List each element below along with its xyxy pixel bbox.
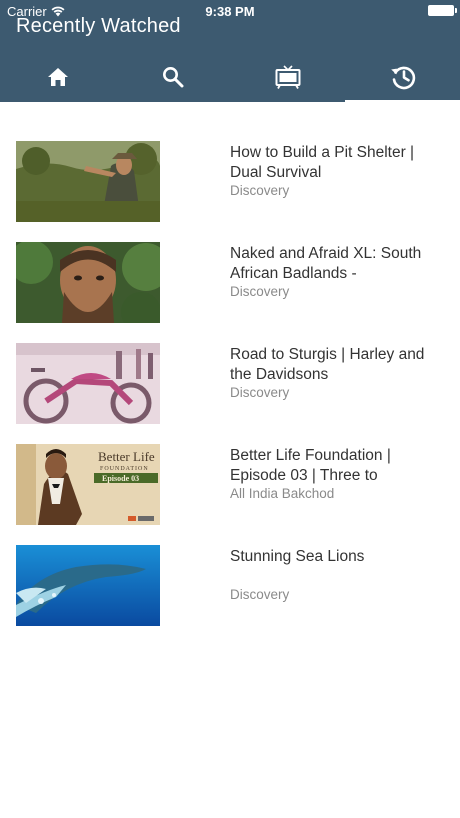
tab-bar <box>0 52 460 103</box>
video-channel: Discovery <box>230 183 290 198</box>
video-thumbnail <box>16 343 160 424</box>
tab-tv[interactable] <box>230 52 345 102</box>
page-title: Recently Watched <box>16 15 181 37</box>
tab-history[interactable] <box>345 52 460 103</box>
video-title: Stunning Sea Lions <box>230 548 365 565</box>
video-title: Naked and Afraid XL: South African Badla… <box>230 245 422 282</box>
video-channel: Discovery <box>230 284 290 299</box>
video-channel: Discovery <box>230 587 290 602</box>
search-icon <box>162 67 183 88</box>
video-thumbnail: Better Life FOUNDATION Episode 03 <box>16 444 160 525</box>
video-channel: Discovery <box>230 385 290 400</box>
app-header: Carrier 9:38 PM Recently Watched <box>0 0 460 103</box>
video-title: How to Build a Pit Shelter | Dual Surviv… <box>230 144 415 181</box>
list-item[interactable]: Road to Sturgis | Harley and the Davidso… <box>0 343 460 425</box>
tab-search[interactable] <box>115 52 230 102</box>
video-thumbnail <box>16 242 160 323</box>
video-channel: All India Bakchod <box>230 486 335 501</box>
list-item[interactable]: Better Life FOUNDATION Episode 03 Better… <box>0 444 460 526</box>
video-thumbnail <box>16 141 160 222</box>
home-icon <box>47 68 68 86</box>
history-icon <box>390 66 415 90</box>
list-item[interactable]: Naked and Afraid XL: South African Badla… <box>0 242 460 324</box>
tab-home[interactable] <box>0 52 115 102</box>
svg-text:Episode 03: Episode 03 <box>102 474 139 483</box>
battery-icon <box>428 5 457 16</box>
svg-text:FOUNDATION: FOUNDATION <box>100 466 149 472</box>
video-title: Road to Sturgis | Harley and the Davidso… <box>230 346 425 383</box>
tv-icon <box>275 65 300 89</box>
list-item[interactable]: How to Build a Pit Shelter | Dual Surviv… <box>0 141 460 223</box>
list-item[interactable]: Stunning Sea Lions Discovery <box>0 545 460 627</box>
video-thumbnail <box>16 545 160 626</box>
video-title: Better Life Foundation | Episode 03 | Th… <box>230 447 391 484</box>
svg-text:Better Life: Better Life <box>98 449 155 464</box>
